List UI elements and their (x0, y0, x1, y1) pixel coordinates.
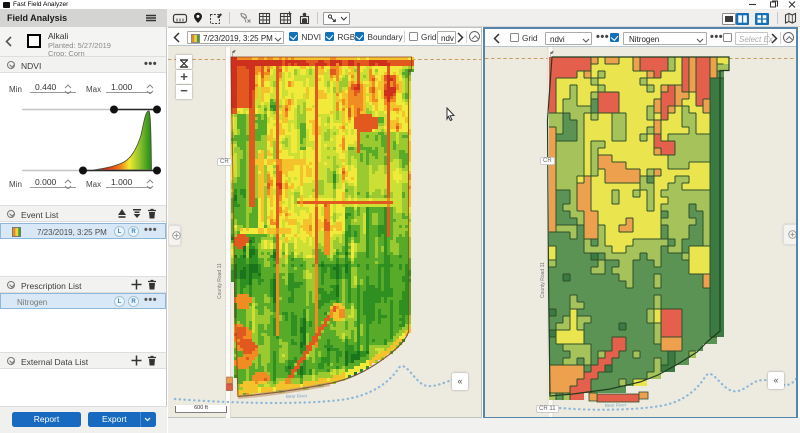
svg-text:Bear River: Bear River (286, 393, 308, 399)
svg-text:Bear River: Bear River (605, 402, 627, 408)
